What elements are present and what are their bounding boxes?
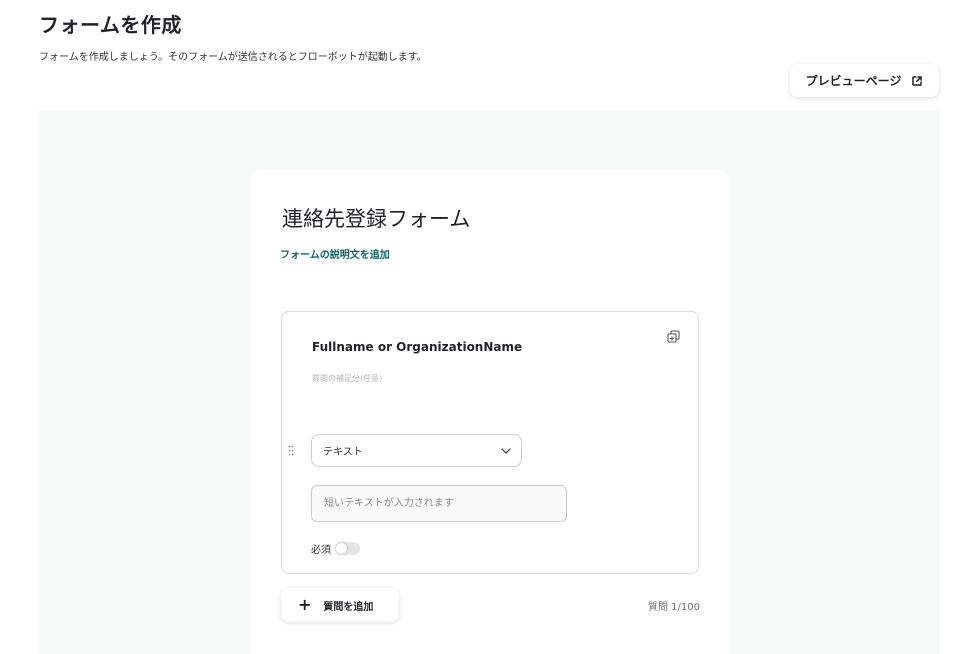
add-description-link[interactable]: フォームの説明文を追加 xyxy=(280,246,390,261)
page-subtitle: フォームを作成しましょう。そのフォームが送信されるとフローボットが起動します。 xyxy=(39,52,427,63)
page-title: フォームを作成 xyxy=(39,13,182,37)
answer-input[interactable] xyxy=(311,485,567,522)
required-label: 必須 xyxy=(311,545,331,556)
toggle-knob xyxy=(336,543,347,554)
question-type-select[interactable]: テキスト xyxy=(311,434,522,467)
required-toggle[interactable] xyxy=(335,542,360,555)
question-count: 質問 1/100 xyxy=(648,602,700,613)
preview-page-label: プレビューページ xyxy=(805,74,902,88)
duplicate-icon[interactable] xyxy=(667,330,680,343)
add-question-label: 質問を追加 xyxy=(323,601,374,613)
add-question-button[interactable]: + 質問を追加 xyxy=(281,588,399,622)
drag-handle-icon[interactable] xyxy=(288,445,294,456)
plus-icon: + xyxy=(298,595,312,614)
question-title[interactable]: Fullname or OrganizationName xyxy=(312,340,522,354)
external-link-icon xyxy=(912,75,923,86)
chevron-down-icon xyxy=(501,448,511,454)
form-title[interactable]: 連絡先登録フォーム xyxy=(282,203,470,233)
preview-page-button[interactable]: プレビューページ xyxy=(790,64,939,97)
question-type-value: テキスト xyxy=(323,447,363,458)
question-help-placeholder[interactable]: 質問の補足分(任意) xyxy=(312,373,382,384)
